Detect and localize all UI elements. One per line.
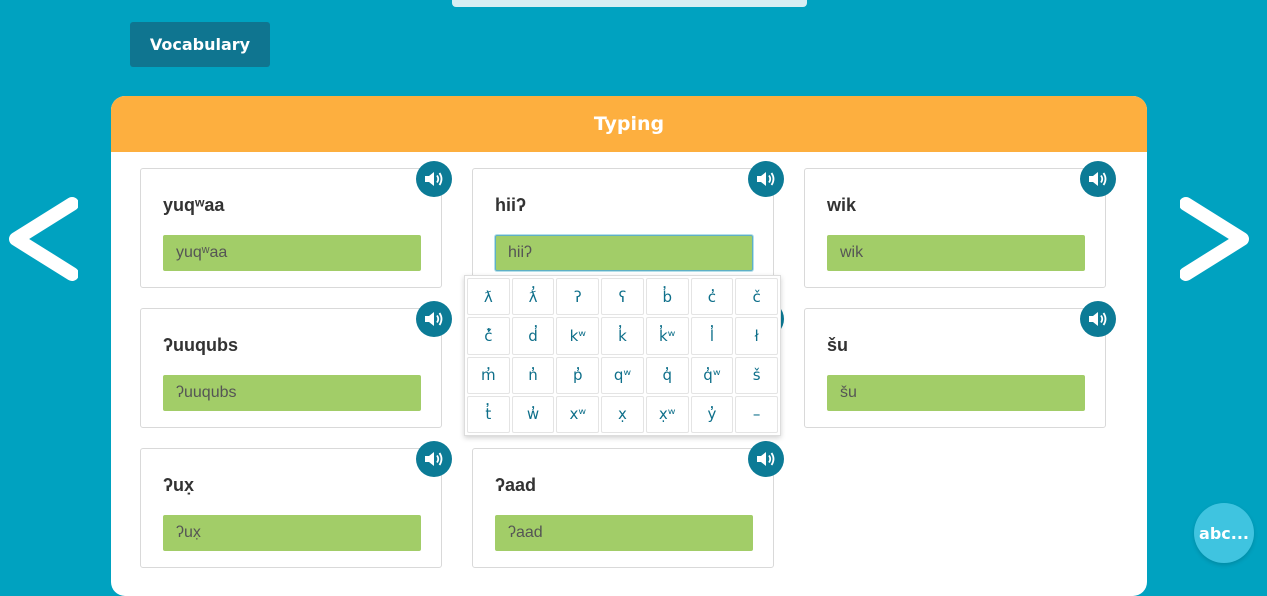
character-key[interactable]: š [735, 356, 778, 394]
vocabulary-tab[interactable]: Vocabulary [130, 22, 270, 67]
character-key[interactable]: m̓ [467, 356, 510, 394]
vocab-card: ʔuuqubs [140, 308, 442, 428]
speaker-icon[interactable] [748, 161, 784, 197]
speaker-icon[interactable] [416, 301, 452, 337]
speaker-icon[interactable] [1080, 301, 1116, 337]
character-key[interactable]: ʕ [601, 278, 644, 316]
abc-keyboard-button[interactable]: abc... [1194, 503, 1254, 563]
vocab-card: ʔux̣ [140, 448, 442, 568]
vocab-card: ʔaad [472, 448, 774, 568]
character-key[interactable]: l̓ [690, 317, 734, 355]
character-key[interactable]: y̓ [690, 395, 734, 433]
vocab-card: yuqʷaa [140, 168, 442, 288]
vocab-card: šu [804, 308, 1106, 428]
chevron-left-icon[interactable] [6, 196, 78, 282]
character-key[interactable]: q̓ʷ [690, 356, 734, 394]
vocab-word: wik [827, 195, 857, 215]
answer-input[interactable] [163, 235, 421, 271]
character-key[interactable]: ł [735, 317, 778, 355]
vocab-word: šu [827, 335, 849, 355]
character-key[interactable]: xʷ [556, 395, 600, 433]
character-key[interactable]: k̓ʷ [645, 317, 689, 355]
character-key[interactable]: q̓ [645, 356, 689, 394]
character-key[interactable]: t̓ [467, 395, 510, 433]
answer-input[interactable] [495, 235, 753, 271]
character-key[interactable]: ʔ [556, 278, 600, 316]
character-key[interactable]: p̓ [556, 356, 600, 394]
character-key[interactable]: k̓ [601, 317, 644, 355]
character-key[interactable]: c̓ [690, 278, 734, 316]
top-bar-remnant [452, 0, 807, 7]
answer-input[interactable] [827, 235, 1085, 271]
vocab-word: ʔuuqubs [163, 335, 238, 355]
speaker-icon[interactable] [1080, 161, 1116, 197]
speaker-icon[interactable] [748, 441, 784, 477]
character-key[interactable]: d̓ [511, 317, 555, 355]
character-key[interactable]: ƛ [467, 278, 510, 316]
character-key[interactable]: qʷ [601, 356, 644, 394]
vocab-word: yuqʷaa [163, 195, 225, 215]
answer-input[interactable] [827, 375, 1085, 411]
character-key[interactable]: kʷ [556, 317, 600, 355]
answer-input[interactable] [163, 375, 421, 411]
vocab-card: hiiʔ [472, 168, 774, 288]
character-key[interactable]: x̣ʷ [645, 395, 689, 433]
character-key[interactable]: w̓ [511, 395, 555, 433]
character-key[interactable]: x̣ [601, 395, 644, 433]
character-key[interactable]: č̓ [467, 317, 510, 355]
vocab-word: hiiʔ [495, 195, 527, 215]
speaker-icon[interactable] [416, 441, 452, 477]
character-key[interactable]: n̓ [511, 356, 555, 394]
character-key[interactable]: – [735, 395, 778, 433]
character-key[interactable]: b̓ [645, 278, 689, 316]
chevron-right-icon[interactable] [1180, 196, 1252, 282]
speaker-icon[interactable] [416, 161, 452, 197]
vocab-card: wik [804, 168, 1106, 288]
vocab-word: ʔaad [495, 475, 537, 495]
panel-title: Typing [111, 96, 1147, 152]
answer-input[interactable] [495, 515, 753, 551]
vocab-word: ʔux̣ [163, 475, 195, 495]
special-character-keyboard: ƛ ƛ̓ ʔ ʕ b̓ c̓ č č̓ d̓ kʷ k̓ k̓ʷ l̓ ł m̓ n̓ p̓ qʷ q̓ q̓ʷ š t̓… [464, 275, 781, 436]
answer-input[interactable] [163, 515, 421, 551]
character-key[interactable]: ƛ̓ [511, 278, 555, 316]
character-key[interactable]: č [735, 278, 778, 316]
